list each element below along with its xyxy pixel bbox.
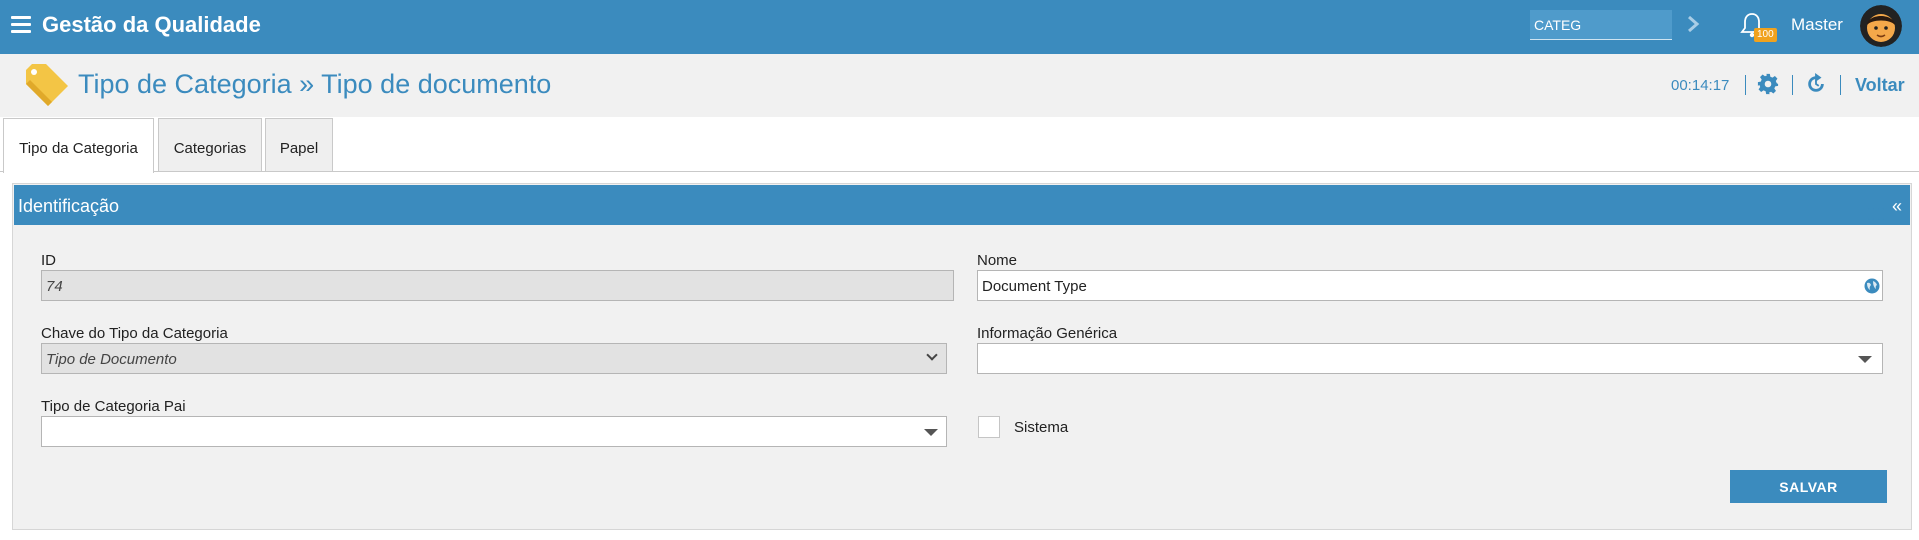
categoria-pai-select[interactable] — [41, 416, 947, 447]
divider — [1745, 75, 1746, 95]
gear-icon[interactable] — [1757, 73, 1779, 95]
refresh-icon[interactable] — [1805, 73, 1827, 95]
panel-header — [14, 185, 1910, 225]
panel-title: Identificação — [18, 196, 120, 216]
nome-field[interactable]: Document Type — [977, 270, 1883, 301]
back-button[interactable]: Voltar — [1855, 75, 1905, 96]
sistema-label: Sistema — [1014, 419, 1069, 436]
session-timer: 00:14:17 — [1671, 77, 1730, 94]
chave-label: Chave do Tipo da Categoria — [41, 325, 228, 342]
info-generica-label: Informação Genérica — [977, 325, 1118, 342]
nome-label: Nome — [977, 252, 1018, 269]
page-title: Tipo de Categoria » Tipo de documento — [78, 69, 552, 99]
tag-icon — [26, 64, 68, 106]
tabs-divider — [0, 171, 1919, 172]
globe-icon[interactable] — [1864, 278, 1880, 294]
save-button[interactable]: SALVAR — [1730, 470, 1887, 503]
caret-down-icon — [924, 429, 938, 436]
app-title: Gestão da Qualidade — [42, 12, 261, 37]
search-input[interactable] — [1530, 10, 1672, 40]
tab-categorias[interactable]: Categorias — [158, 118, 262, 172]
info-generica-select[interactable] — [977, 343, 1883, 374]
divider — [1840, 75, 1841, 95]
avatar[interactable] — [1860, 5, 1902, 47]
menu-icon[interactable] — [11, 16, 31, 34]
tab-papel[interactable]: Papel — [265, 118, 333, 172]
sistema-checkbox[interactable] — [978, 416, 1000, 438]
id-label: ID — [41, 252, 56, 269]
categoria-pai-label: Tipo de Categoria Pai — [41, 398, 186, 415]
caret-down-icon — [1858, 356, 1872, 363]
binoculars-icon[interactable] — [1866, 203, 1886, 221]
user-name[interactable]: Master — [1791, 15, 1843, 35]
tab-tipo-da-categoria[interactable]: Tipo da Categoria — [3, 118, 154, 173]
collapse-button[interactable]: « — [1892, 196, 1902, 217]
chevron-right-icon[interactable] — [1686, 13, 1700, 35]
divider — [1792, 75, 1793, 95]
id-field: 74 — [41, 270, 954, 301]
chave-select: Tipo de Documento — [41, 343, 947, 374]
notification-badge: 100 — [1754, 28, 1777, 42]
